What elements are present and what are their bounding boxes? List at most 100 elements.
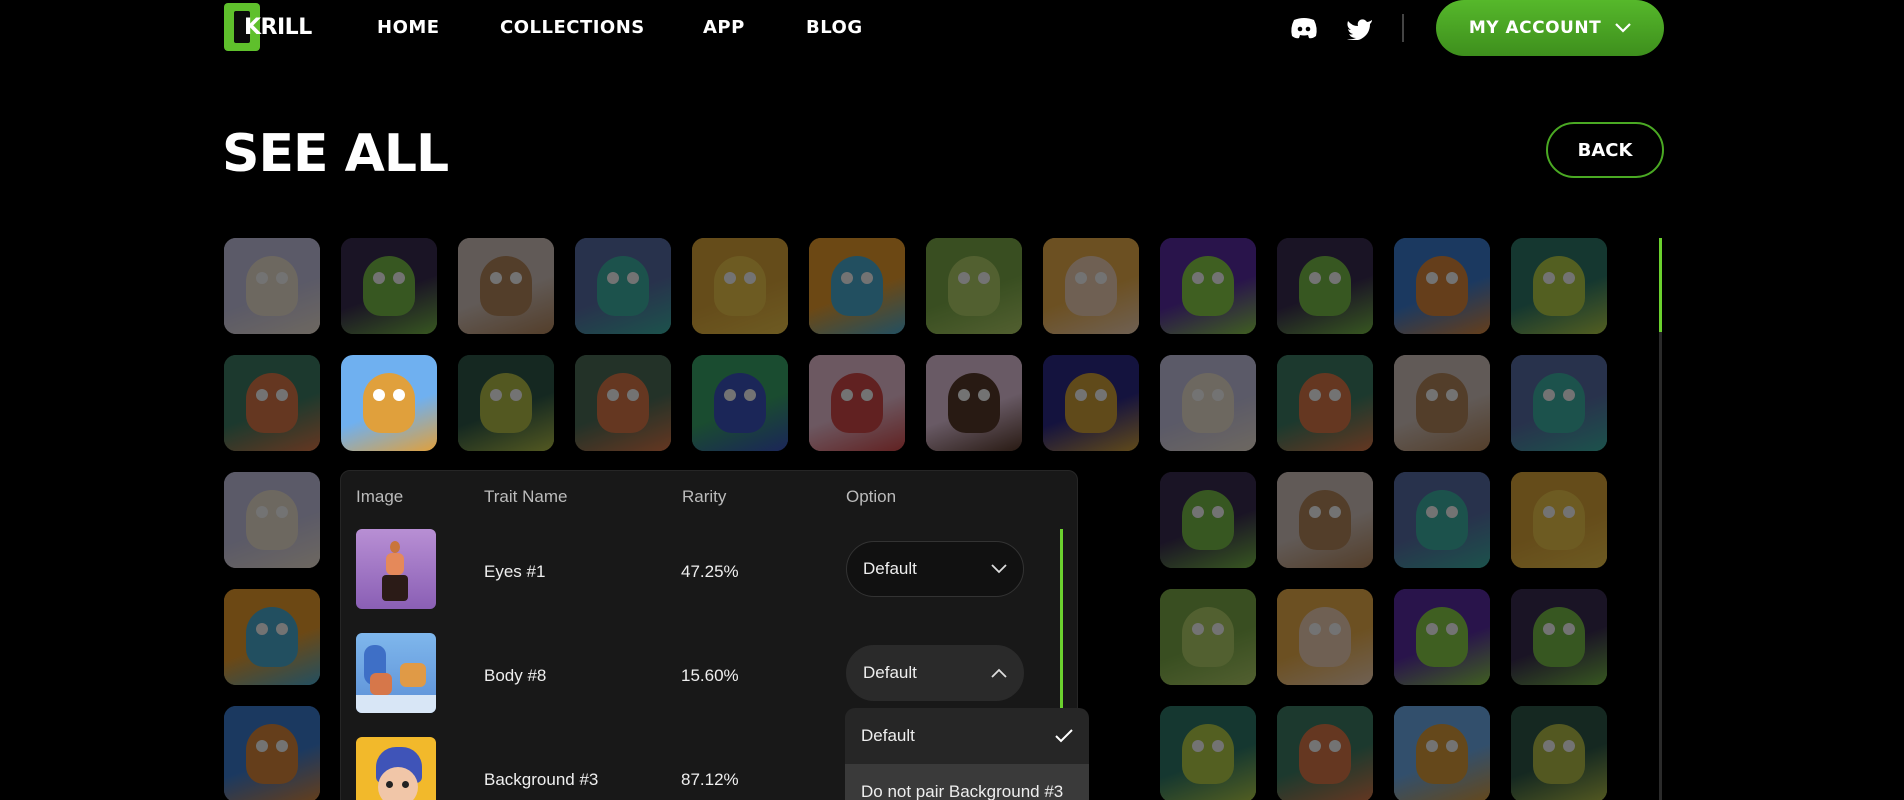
nft-tile[interactable] — [1394, 706, 1490, 800]
nft-tile[interactable] — [1043, 355, 1139, 451]
nft-tile[interactable] — [1160, 472, 1256, 568]
nft-tile[interactable] — [809, 355, 905, 451]
nft-tile[interactable] — [458, 355, 554, 451]
nft-tile[interactable] — [224, 355, 320, 451]
tile-overlay — [1277, 355, 1373, 451]
logo-wordmark: KRILL — [244, 15, 312, 40]
nft-tile[interactable] — [224, 238, 320, 334]
nft-tile[interactable] — [1394, 355, 1490, 451]
tile-overlay — [341, 355, 437, 451]
grid-scrollbar-thumb[interactable] — [1659, 238, 1662, 332]
nft-tile[interactable] — [692, 355, 788, 451]
tile-overlay — [1511, 355, 1607, 451]
nft-tile[interactable] — [224, 706, 320, 800]
nft-tile[interactable] — [1277, 238, 1373, 334]
my-account-button[interactable]: MY ACCOUNT — [1436, 0, 1664, 56]
nft-tile[interactable] — [341, 355, 437, 451]
tile-overlay — [1394, 472, 1490, 568]
trait-thumbnail-eyes — [356, 529, 436, 609]
back-button[interactable]: BACK — [1546, 122, 1664, 178]
trait-rarity: 87.12% — [681, 770, 739, 789]
nft-tile[interactable] — [1511, 355, 1607, 451]
nft-tile[interactable] — [926, 238, 1022, 334]
dropdown-option-label: Do not pair Background #3 — [861, 782, 1064, 800]
twitter-icon[interactable] — [1346, 16, 1374, 40]
tile-overlay — [692, 238, 788, 334]
tile-overlay — [926, 238, 1022, 334]
nft-tile[interactable] — [224, 472, 320, 568]
tile-overlay — [809, 238, 905, 334]
nft-tile[interactable] — [458, 238, 554, 334]
tile-overlay — [224, 355, 320, 451]
chevron-down-icon — [1615, 23, 1631, 33]
trait-name: Background #3 — [484, 770, 599, 789]
trait-thumbnail-background — [356, 737, 436, 800]
nft-tile[interactable] — [575, 238, 671, 334]
nft-tile[interactable] — [1511, 589, 1607, 685]
tile-overlay — [224, 589, 320, 685]
tile-overlay — [1160, 706, 1256, 800]
tile-overlay — [809, 355, 905, 451]
nft-tile[interactable] — [575, 355, 671, 451]
panel-scrollbar-thumb[interactable] — [1060, 529, 1063, 709]
nft-tile[interactable] — [1043, 238, 1139, 334]
option-dropdown-menu: Default Do not pair Background #3 — [845, 708, 1089, 800]
nft-tile[interactable] — [1394, 238, 1490, 334]
tile-overlay — [1277, 472, 1373, 568]
tile-overlay — [575, 355, 671, 451]
tile-overlay — [224, 238, 320, 334]
nav-blog[interactable]: BLOG — [806, 17, 863, 38]
nft-tile[interactable] — [1277, 706, 1373, 800]
nft-tile[interactable] — [1277, 472, 1373, 568]
tile-overlay — [1160, 238, 1256, 334]
tile-overlay — [458, 238, 554, 334]
tile-overlay — [1394, 355, 1490, 451]
nav-app[interactable]: APP — [703, 17, 745, 38]
nft-tile[interactable] — [1394, 589, 1490, 685]
dropdown-option-default[interactable]: Default — [845, 708, 1089, 764]
nft-tile[interactable] — [692, 238, 788, 334]
header-option: Option — [846, 487, 897, 506]
nav-home[interactable]: HOME — [377, 17, 440, 38]
nav-collections[interactable]: COLLECTIONS — [500, 17, 645, 38]
tile-overlay — [692, 355, 788, 451]
nft-tile[interactable] — [1160, 589, 1256, 685]
nft-tile[interactable] — [1511, 706, 1607, 800]
nft-tile[interactable] — [1160, 355, 1256, 451]
tile-overlay — [224, 706, 320, 800]
header-image: Image — [356, 487, 404, 506]
nft-tile[interactable] — [1277, 355, 1373, 451]
dropdown-option-do-not-pair[interactable]: Do not pair Background #3 — [845, 764, 1089, 800]
option-select-eyes[interactable]: Default — [846, 541, 1024, 597]
header-rarity: Rarity — [682, 487, 727, 506]
option-select-body[interactable]: Default — [846, 645, 1024, 701]
option-select-value: Default — [863, 663, 917, 682]
trait-name: Eyes #1 — [484, 562, 546, 581]
tile-overlay — [1511, 706, 1607, 800]
tile-overlay — [1511, 589, 1607, 685]
tile-overlay — [1160, 472, 1256, 568]
tile-overlay — [1511, 472, 1607, 568]
nft-tile[interactable] — [1160, 706, 1256, 800]
nft-tile[interactable] — [341, 238, 437, 334]
nft-tile[interactable] — [1511, 472, 1607, 568]
krill-logo[interactable]: KRILL — [224, 3, 314, 51]
nft-tile[interactable] — [224, 589, 320, 685]
tile-overlay — [1277, 589, 1373, 685]
trait-thumbnail-body — [356, 633, 436, 713]
dropdown-option-label: Default — [861, 726, 915, 745]
nft-tile[interactable] — [926, 355, 1022, 451]
header-divider — [1402, 14, 1404, 42]
header-trait-name: Trait Name — [484, 487, 568, 506]
tile-overlay — [1394, 238, 1490, 334]
page-title: SEE ALL — [222, 124, 449, 184]
nft-tile[interactable] — [1511, 238, 1607, 334]
discord-icon[interactable] — [1290, 16, 1318, 40]
nft-tile[interactable] — [1277, 589, 1373, 685]
nft-tile[interactable] — [809, 238, 905, 334]
nft-tile[interactable] — [1160, 238, 1256, 334]
tile-overlay — [224, 472, 320, 568]
tile-overlay — [1160, 589, 1256, 685]
chevron-down-icon — [991, 564, 1007, 574]
nft-tile[interactable] — [1394, 472, 1490, 568]
